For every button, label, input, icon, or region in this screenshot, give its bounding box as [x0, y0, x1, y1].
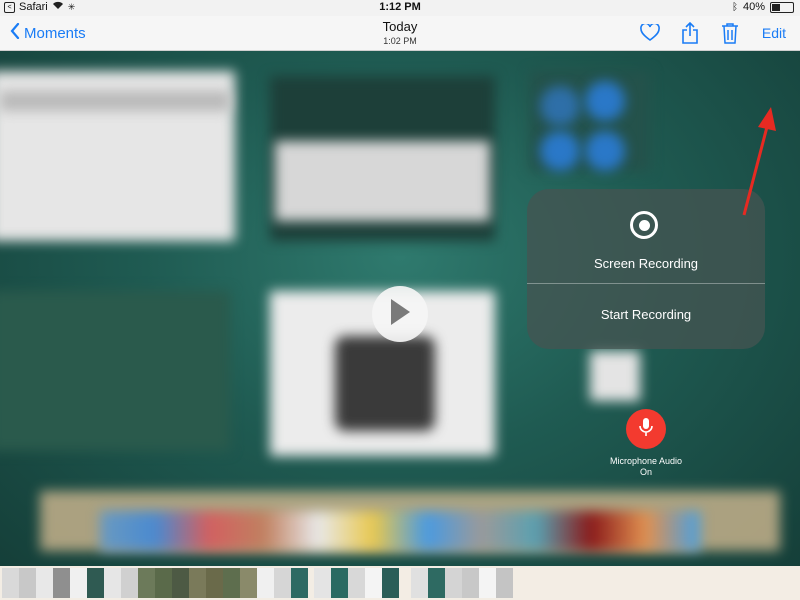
battery-icon — [770, 1, 794, 13]
video-preview[interactable]: Screen Recording Start Recording Microph… — [0, 51, 800, 566]
blurred-device-shape — [335, 336, 435, 431]
blurred-dock-apps — [100, 511, 700, 551]
status-time: 1:12 PM — [379, 1, 421, 13]
blurred-window-center-inner — [275, 141, 490, 221]
thumbnail-item[interactable] — [189, 568, 206, 598]
thumbnail-item[interactable] — [411, 568, 428, 598]
nav-bar: Moments Today 1:02 PM Edit — [0, 16, 800, 51]
trash-icon[interactable] — [718, 22, 742, 44]
blurred-tile-right — [590, 351, 640, 401]
blurred-window-bottom-left — [0, 291, 230, 451]
thumbnail-item[interactable] — [479, 568, 496, 598]
thumbnail-item[interactable] — [155, 568, 172, 598]
screen-recording-title: Screen Recording — [593, 256, 699, 271]
microphone-icon — [639, 417, 653, 442]
status-right: ᛒ 40% — [732, 1, 794, 13]
share-icon[interactable] — [678, 22, 702, 44]
nav-actions: Edit — [638, 22, 786, 44]
battery-fill — [772, 3, 780, 11]
thumbnail-item[interactable] — [331, 568, 348, 598]
thumbnail-item[interactable] — [19, 568, 36, 598]
thumbnail-item[interactable] — [206, 568, 223, 598]
heart-icon[interactable] — [638, 22, 662, 44]
microphone-audio-label: Microphone Audio On — [586, 456, 706, 478]
blurred-toggle-1 — [540, 86, 580, 126]
thumbnail-item[interactable] — [365, 568, 382, 598]
thumbnail-item[interactable] — [462, 568, 479, 598]
play-button[interactable] — [372, 286, 428, 342]
thumbnail-strip[interactable] — [0, 566, 800, 600]
screen-recording-panel: Screen Recording Start Recording — [527, 189, 765, 349]
thumbnail-item[interactable] — [428, 568, 445, 598]
blurred-window-left-bar — [0, 91, 230, 111]
start-recording-button[interactable]: Start Recording — [527, 284, 765, 349]
thumbnail-item[interactable] — [2, 568, 19, 598]
record-icon — [630, 211, 658, 239]
blurred-toggle-3 — [540, 131, 580, 171]
thumbnail-item[interactable] — [257, 568, 274, 598]
thumbnail-item[interactable] — [138, 568, 155, 598]
thumbnail-item[interactable] — [70, 568, 87, 598]
microphone-audio-title: Microphone Audio — [609, 456, 683, 466]
edit-button[interactable]: Edit — [762, 25, 786, 41]
microphone-audio-state: On — [639, 467, 652, 477]
thumbnail-item[interactable] — [445, 568, 462, 598]
thumbnail-item[interactable] — [274, 568, 291, 598]
thumbnail-item[interactable] — [104, 568, 121, 598]
screen-recording-header: Screen Recording — [527, 189, 765, 283]
battery-percent: 40% — [742, 1, 765, 13]
thumbnail-item[interactable] — [240, 568, 257, 598]
thumbnail-item[interactable] — [291, 568, 308, 598]
play-icon — [388, 298, 412, 331]
thumbnail-item[interactable] — [223, 568, 240, 598]
blurred-toggle-4 — [585, 131, 625, 171]
microphone-audio-toggle[interactable] — [626, 409, 666, 449]
bluetooth-icon: ᛒ — [731, 1, 738, 13]
thumbnail-item[interactable] — [36, 568, 53, 598]
blurred-toggle-2 — [585, 81, 625, 121]
thumbnail-item[interactable] — [382, 568, 399, 598]
thumbnail-item[interactable] — [314, 568, 331, 598]
thumbnail-item[interactable] — [87, 568, 104, 598]
thumbnail-item[interactable] — [172, 568, 189, 598]
thumbnail-item[interactable] — [53, 568, 70, 598]
annotation-arrow-icon — [742, 107, 776, 216]
thumbnail-item[interactable] — [348, 568, 365, 598]
thumbnail-item[interactable] — [496, 568, 513, 598]
status-bar: < Safari ✳ 1:12 PM ᛒ 40% — [0, 0, 800, 16]
thumbnail-item[interactable] — [121, 568, 138, 598]
